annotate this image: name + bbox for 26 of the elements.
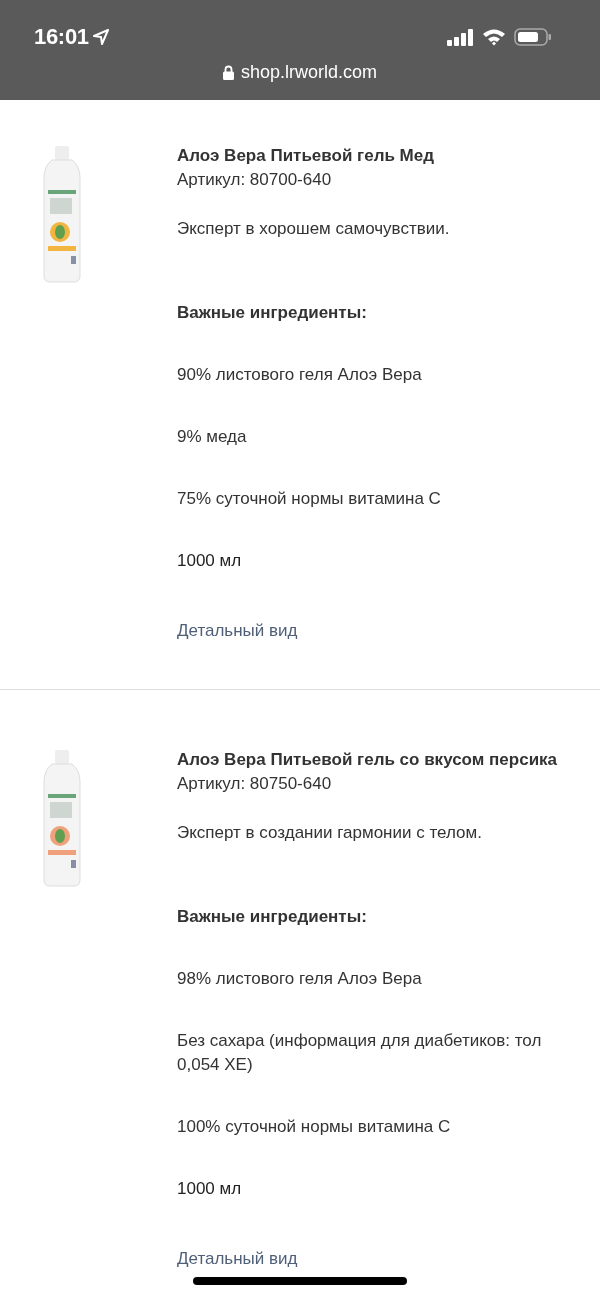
wifi-icon: [482, 28, 506, 46]
ingredient-text: 98% листового геля Алоэ Вера: [177, 968, 423, 990]
detail-view-link[interactable]: Детальный вид: [177, 619, 298, 643]
article-number: Артикул: 80750-640: [177, 773, 333, 795]
ingredients-heading: Важные ингредиенты:: [177, 906, 368, 928]
ingredient-text: 75% суточной нормы витамина С: [177, 488, 442, 510]
ingredient-text: 100% суточной нормы витамина С: [177, 1116, 452, 1138]
clock-time: 16:01: [34, 24, 89, 50]
ingredient-text: 9% меда: [177, 426, 248, 448]
product-title: Алоэ Вера Питьевой гель со вкусом персика: [177, 749, 558, 771]
product-tagline: Эксперт в создании гармонии с телом.: [177, 822, 483, 844]
ingredient-text: Без сахара (информация для диабетиков: тол 0,054 ХЕ): [177, 1030, 543, 1076]
product-tagline: Эксперт в хорошем самочувствии.: [177, 218, 450, 240]
ingredients-heading: Важные ингредиенты:: [177, 302, 368, 324]
volume-text: 1000 мл: [177, 1178, 243, 1200]
product-title: Алоэ Вера Питьевой гель Мед: [177, 145, 436, 167]
volume-text: 1000 мл: [177, 550, 243, 572]
battery-icon: [514, 28, 552, 46]
detail-view-link[interactable]: Детальный вид: [177, 1247, 298, 1271]
home-indicator[interactable]: [193, 1277, 407, 1285]
article-number: Артикул: 80700-640: [177, 169, 333, 191]
location-arrow-icon: [92, 29, 109, 45]
ingredient-text: 90% листового геля Алоэ Вера: [177, 364, 423, 386]
url-text[interactable]: shop.lrworld.com: [240, 62, 377, 83]
signal-icon: [447, 28, 474, 46]
lock-icon: [222, 65, 234, 80]
